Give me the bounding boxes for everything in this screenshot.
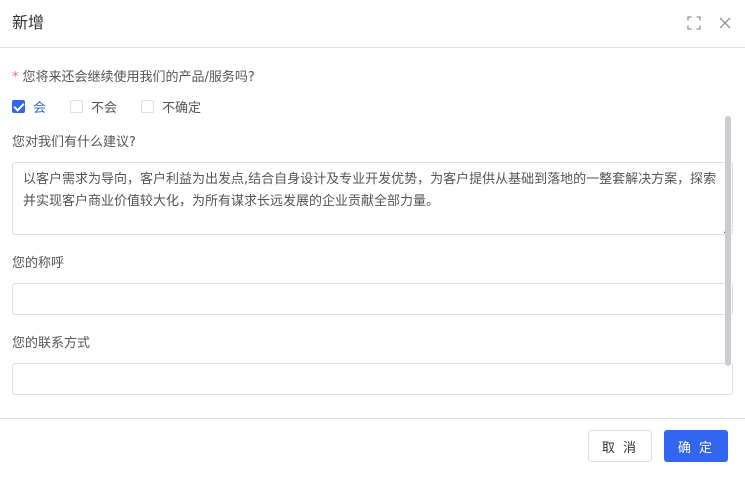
checkbox-unsure[interactable] <box>141 99 155 113</box>
option-unsure[interactable]: 不确定 <box>141 97 201 116</box>
confirm-button[interactable]: 确 定 <box>664 430 728 462</box>
suggestion-textarea[interactable] <box>12 162 733 235</box>
option-yes-label: 会 <box>33 100 47 116</box>
question-3-label: 您的称呼 <box>12 256 65 271</box>
maximize-icon[interactable] <box>685 14 703 32</box>
close-icon[interactable] <box>716 14 734 32</box>
contact-input[interactable] <box>12 363 733 395</box>
option-yes[interactable]: 会 <box>12 97 46 116</box>
cancel-button[interactable]: 取 消 <box>588 430 652 462</box>
name-input[interactable] <box>12 283 733 315</box>
required-mark: * <box>12 70 19 85</box>
vertical-scrollbar[interactable] <box>725 116 731 366</box>
checkbox-group: 会 不会 不确定 <box>12 96 225 116</box>
question-1-label: * 您将来还会继续使用我们的产品/服务吗? <box>12 69 255 87</box>
question-1-text: 您将来还会继续使用我们的产品/服务吗? <box>22 70 255 85</box>
dialog: 新增 * 您将来还会继续使用我们的产品/服务吗? 会 不会 不确定 您对我们有什… <box>0 0 745 479</box>
checkbox-no[interactable] <box>70 99 84 113</box>
option-unsure-label: 不确定 <box>162 100 202 116</box>
dialog-footer: 取 消 确 定 <box>0 418 745 479</box>
checkbox-yes[interactable] <box>12 99 25 113</box>
question-2-label: 您对我们有什么建议? <box>12 135 136 150</box>
dialog-header: 新增 <box>0 0 745 48</box>
option-no-label: 不会 <box>91 100 118 116</box>
question-4-label: 您的联系方式 <box>12 336 91 351</box>
option-no[interactable]: 不会 <box>70 97 117 116</box>
dialog-body: * 您将来还会继续使用我们的产品/服务吗? 会 不会 不确定 您对我们有什么建议?… <box>0 49 745 418</box>
dialog-title: 新增 <box>12 13 45 32</box>
